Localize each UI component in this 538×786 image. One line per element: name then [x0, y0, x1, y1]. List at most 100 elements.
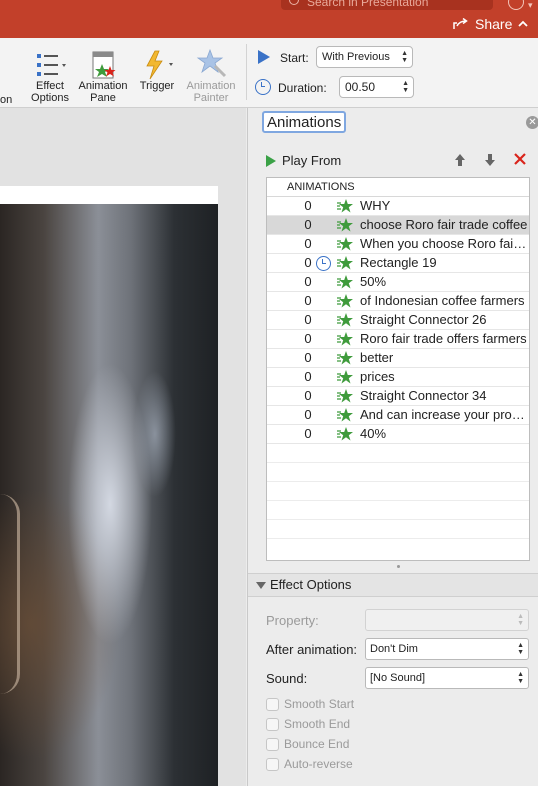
- animation-list-item[interactable]: 0 choose Roro fair trade coffee: [267, 216, 529, 235]
- animation-item-name: 50%: [360, 274, 387, 289]
- animation-list-item[interactable]: 0 Straight Connector 34: [267, 387, 529, 406]
- empty-list-row: [267, 482, 529, 501]
- entrance-effect-star-icon: [337, 350, 353, 366]
- ribbon-cut-label: on: [0, 94, 13, 106]
- animation-item-name: Straight Connector 34: [360, 388, 487, 403]
- resize-handle[interactable]: [397, 565, 400, 568]
- share-button[interactable]: Share: [453, 16, 512, 32]
- animation-order-number: 0: [304, 274, 312, 289]
- lightning-icon: [136, 46, 178, 80]
- animation-order-number: 0: [304, 407, 312, 422]
- sound-select[interactable]: [No Sound] ▲ ▼: [365, 667, 529, 689]
- search-icon: [289, 0, 299, 5]
- effect-options-icon: [28, 46, 72, 80]
- start-select[interactable]: With Previous ▲ ▼: [316, 46, 413, 68]
- select-arrows-icon: ▲ ▼: [517, 642, 524, 656]
- animation-order-number: 0: [304, 350, 312, 365]
- close-icon[interactable]: ✕: [526, 116, 538, 129]
- sound-label: Sound:: [266, 671, 308, 686]
- auto-reverse-checkbox[interactable]: Auto-reverse: [266, 757, 353, 771]
- animation-item-name: better: [360, 350, 394, 365]
- effect-options-button[interactable]: Effect Options: [28, 46, 72, 104]
- animation-pane: Animations ✕ Play From ANIMATIONS 0 WHY 0 c…: [247, 108, 538, 786]
- animation-item-name: of Indonesian coffee farmers: [360, 293, 525, 308]
- move-down-button[interactable]: [484, 153, 496, 170]
- animation-list-item[interactable]: 0 better: [267, 349, 529, 368]
- animation-item-name: choose Roro fair trade coffee: [360, 217, 528, 232]
- select-arrows-icon: ▲ ▼: [401, 50, 408, 64]
- property-select[interactable]: ▲ ▼: [365, 609, 529, 631]
- animation-list-item[interactable]: 0 prices: [267, 368, 529, 387]
- entrance-effect-star-icon: [337, 407, 353, 423]
- trigger-button[interactable]: Trigger: [136, 46, 178, 92]
- duration-stepper[interactable]: 00.50 ▲ ▼: [339, 76, 414, 98]
- animation-list-item[interactable]: 0 40%: [267, 425, 529, 444]
- sound-value: [No Sound]: [370, 672, 426, 684]
- animation-order-number: 0: [304, 236, 312, 251]
- animation-item-name: Straight Connector 26: [360, 312, 487, 327]
- play-from-button[interactable]: Play From: [266, 153, 341, 168]
- bounce-end-checkbox[interactable]: Bounce End: [266, 737, 349, 751]
- animation-list-item[interactable]: 0 of Indonesian coffee farmers: [267, 292, 529, 311]
- animation-order-number: 0: [304, 312, 312, 327]
- smooth-start-checkbox[interactable]: Smooth Start: [266, 697, 354, 711]
- animation-item-name: 40%: [360, 426, 387, 441]
- animation-item-name: When you choose Roro fair trade: [360, 236, 528, 251]
- empty-list-row: [267, 520, 529, 539]
- auto-reverse-label: Auto-reverse: [284, 757, 353, 771]
- animation-item-name: Roro fair trade offers farmers: [360, 331, 527, 346]
- bounce-end-label: Bounce End: [284, 737, 350, 751]
- move-up-button[interactable]: [454, 153, 466, 170]
- delete-animation-button[interactable]: [514, 152, 526, 170]
- animation-painter-button[interactable]: Animation Painter: [184, 46, 238, 104]
- animation-pane-icon: [76, 46, 130, 80]
- title-bar: Search in Presentation ▾ Share: [0, 0, 538, 38]
- animation-list-item[interactable]: 0 WHY: [267, 197, 529, 216]
- entrance-effect-star-icon: [337, 255, 353, 271]
- start-play-icon: [258, 50, 270, 64]
- animation-list-item[interactable]: 0 50%: [267, 273, 529, 292]
- timing-clock-icon: [316, 256, 331, 271]
- animation-order-number: 0: [304, 331, 312, 346]
- duration-value: 00.50: [345, 80, 376, 94]
- chevron-down-icon[interactable]: ▾: [528, 0, 533, 11]
- animation-list-item[interactable]: 0 Straight Connector 26: [267, 311, 529, 330]
- delete-x-icon: [514, 153, 526, 165]
- pane-title: Animations: [262, 111, 347, 133]
- search-field[interactable]: Search in Presentation: [281, 0, 493, 10]
- share-label: Share: [475, 16, 513, 32]
- animation-painter-icon: [184, 46, 238, 80]
- feedback-smiley-icon[interactable]: [508, 0, 524, 10]
- play-icon: [266, 154, 276, 167]
- ribbon: on Effect Options Animation Pane Trigger…: [0, 38, 538, 108]
- stepper-arrows-icon[interactable]: ▲ ▼: [402, 80, 409, 94]
- after-animation-select[interactable]: Don't Dim ▲ ▼: [365, 638, 529, 660]
- animation-pane-label: Animation Pane: [78, 80, 128, 104]
- smooth-end-checkbox[interactable]: Smooth End: [266, 717, 350, 731]
- select-arrows-icon: ▲ ▼: [517, 613, 524, 627]
- animation-item-name: prices: [360, 369, 395, 384]
- animation-order-number: 0: [304, 255, 312, 270]
- entrance-effect-star-icon: [337, 369, 353, 385]
- entrance-effect-star-icon: [337, 426, 353, 442]
- entrance-effect-star-icon: [337, 388, 353, 404]
- animation-list-item[interactable]: 0 Roro fair trade offers farmers: [267, 330, 529, 349]
- animation-pane-button[interactable]: Animation Pane: [76, 46, 130, 104]
- entrance-effect-star-icon: [337, 198, 353, 214]
- duration-clock-icon: [255, 79, 271, 95]
- animation-painter-label: Animation Painter: [186, 80, 236, 104]
- trigger-label: Trigger: [139, 80, 175, 92]
- effect-options-section-header[interactable]: Effect Options: [248, 573, 538, 597]
- animation-list[interactable]: ANIMATIONS 0 WHY 0 choose Roro fair trade c…: [266, 177, 530, 561]
- entrance-effect-star-icon: [337, 312, 353, 328]
- search-placeholder: Search in Presentation: [307, 0, 429, 9]
- animation-list-item[interactable]: 0 And can increase your profits: [267, 406, 529, 425]
- collapse-ribbon-icon[interactable]: [518, 16, 528, 30]
- slide-photo[interactable]: [0, 204, 218, 786]
- empty-list-row: [267, 444, 529, 463]
- animation-list-item[interactable]: 0 When you choose Roro fair trade: [267, 235, 529, 254]
- start-select-value: With Previous: [322, 51, 390, 63]
- share-icon: [453, 18, 468, 29]
- start-label: Start:: [280, 51, 309, 65]
- animation-list-item[interactable]: 0 Rectangle 19: [267, 254, 529, 273]
